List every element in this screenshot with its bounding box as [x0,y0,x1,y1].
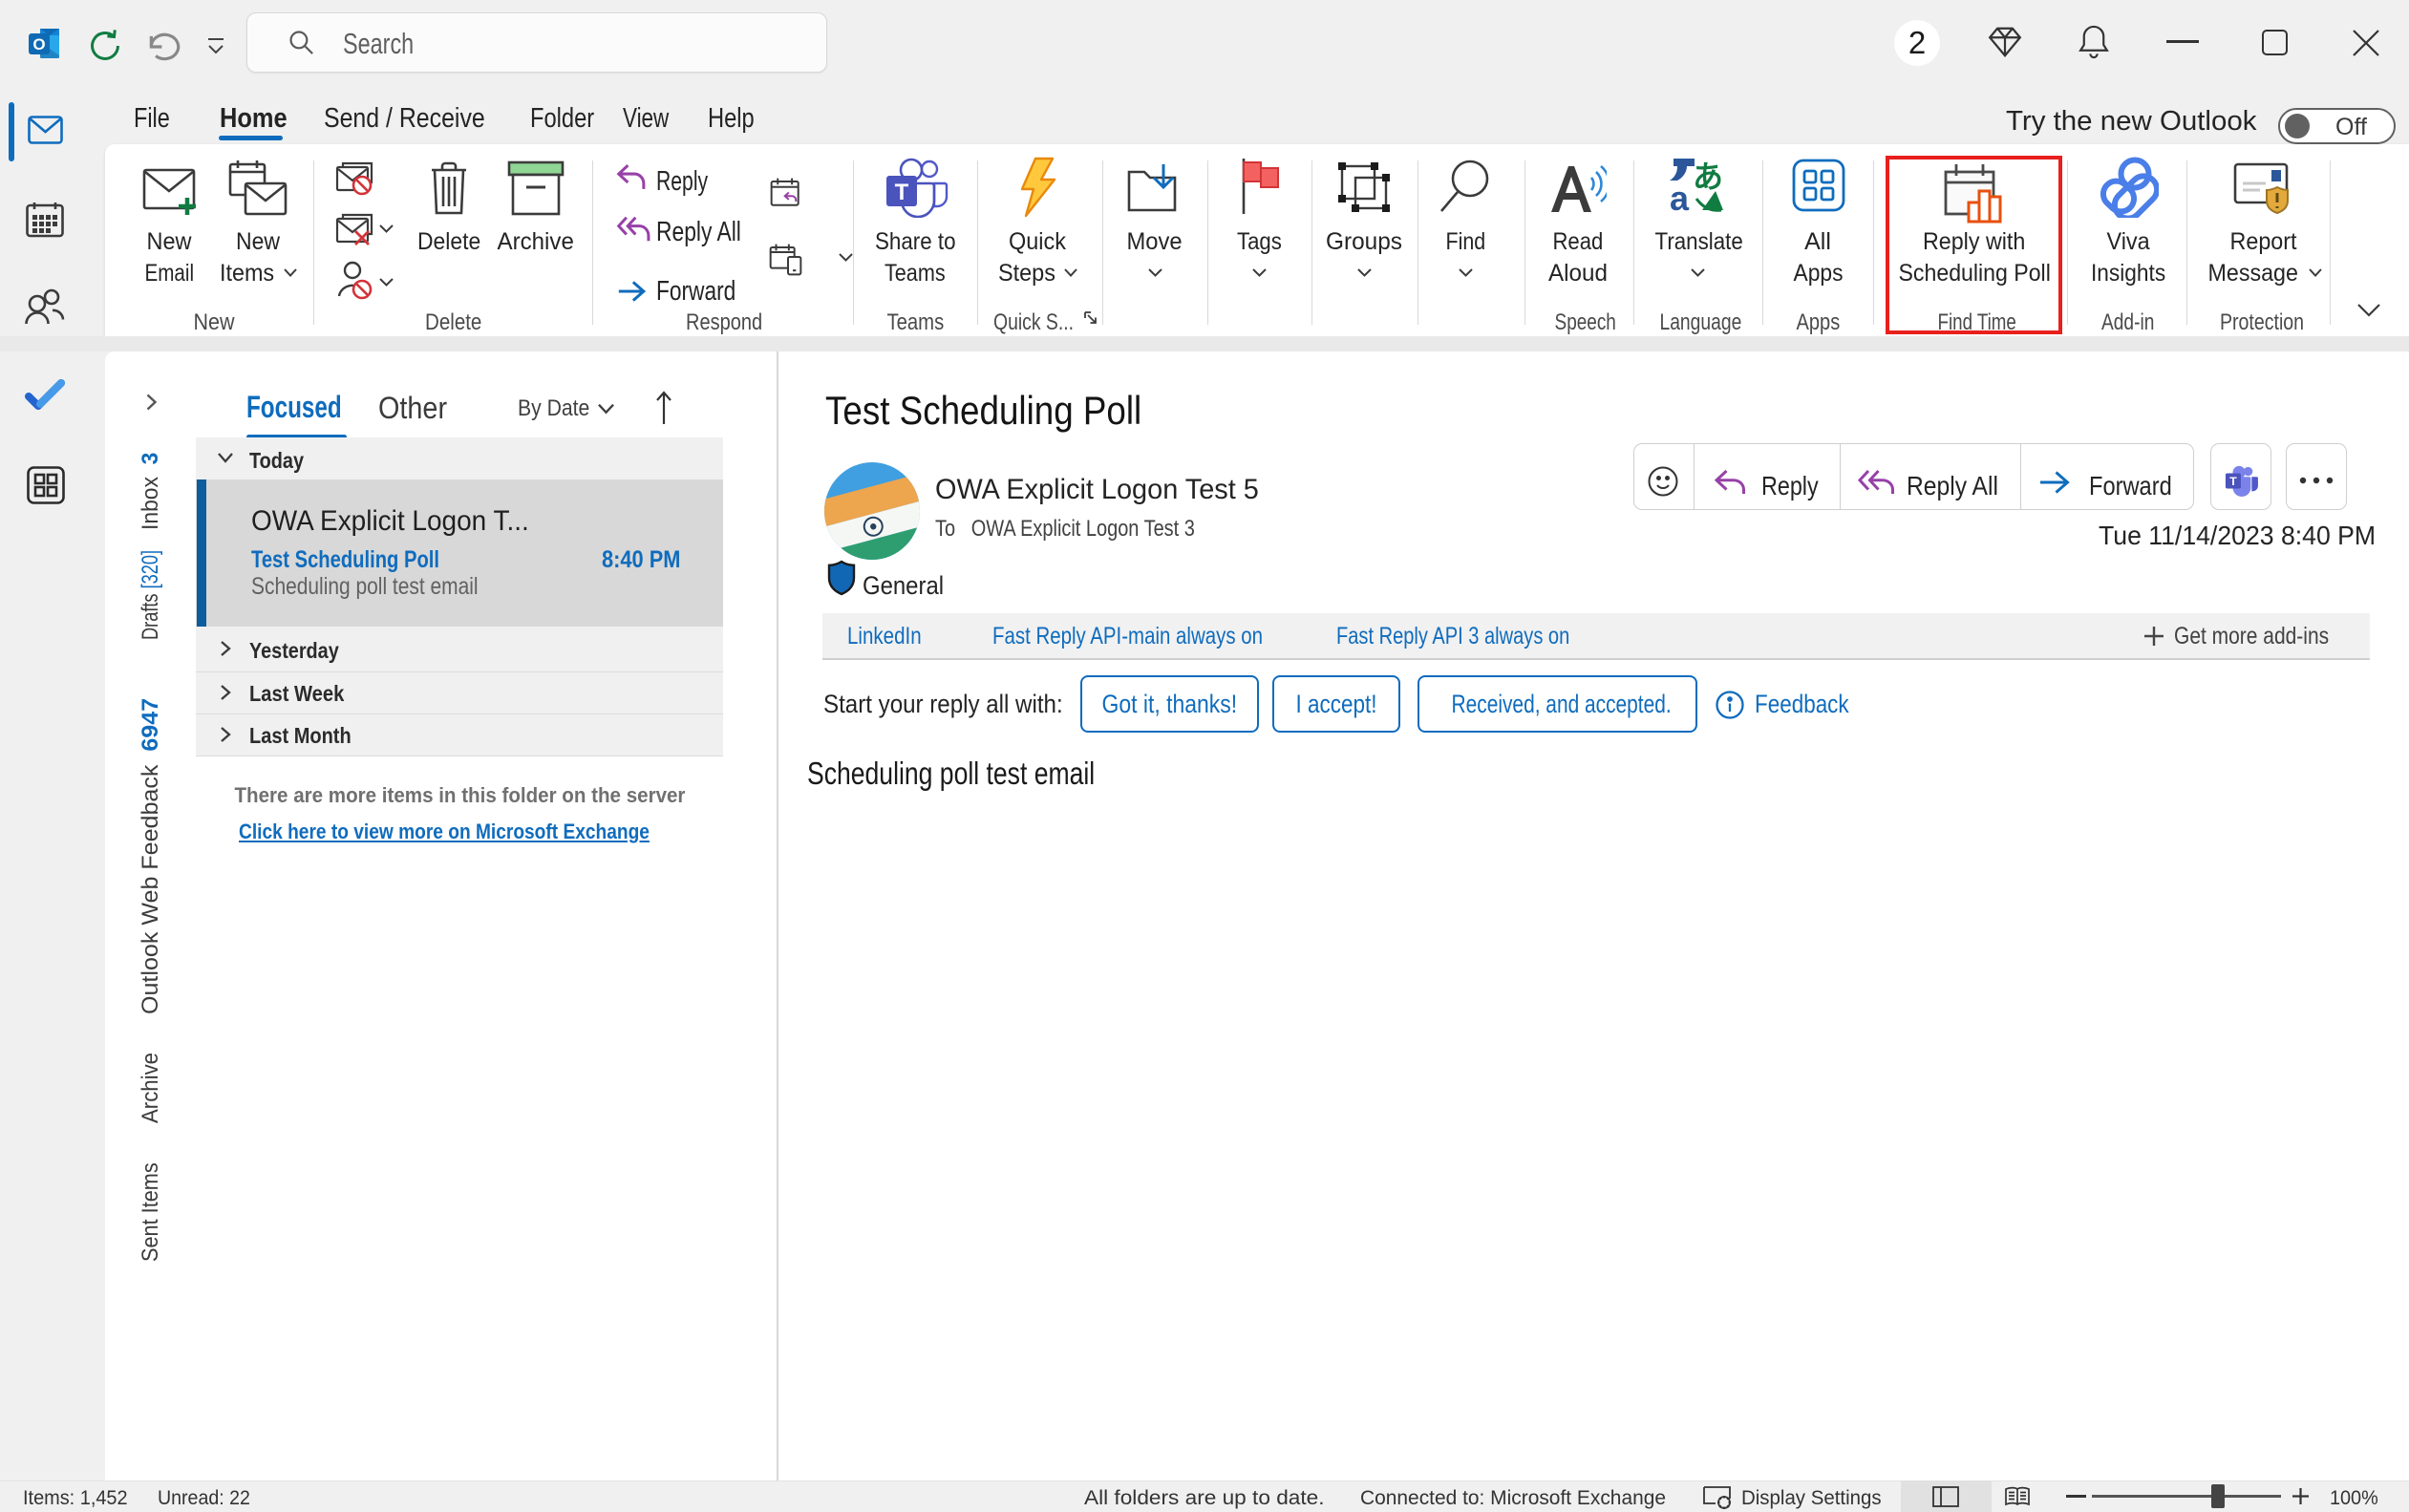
svg-text:a: a [1670,179,1690,216]
svg-text:T: T [895,180,909,205]
svg-text:あ: あ [1693,160,1723,194]
svg-text:O: O [32,35,45,53]
svg-text:T: T [2229,475,2237,488]
